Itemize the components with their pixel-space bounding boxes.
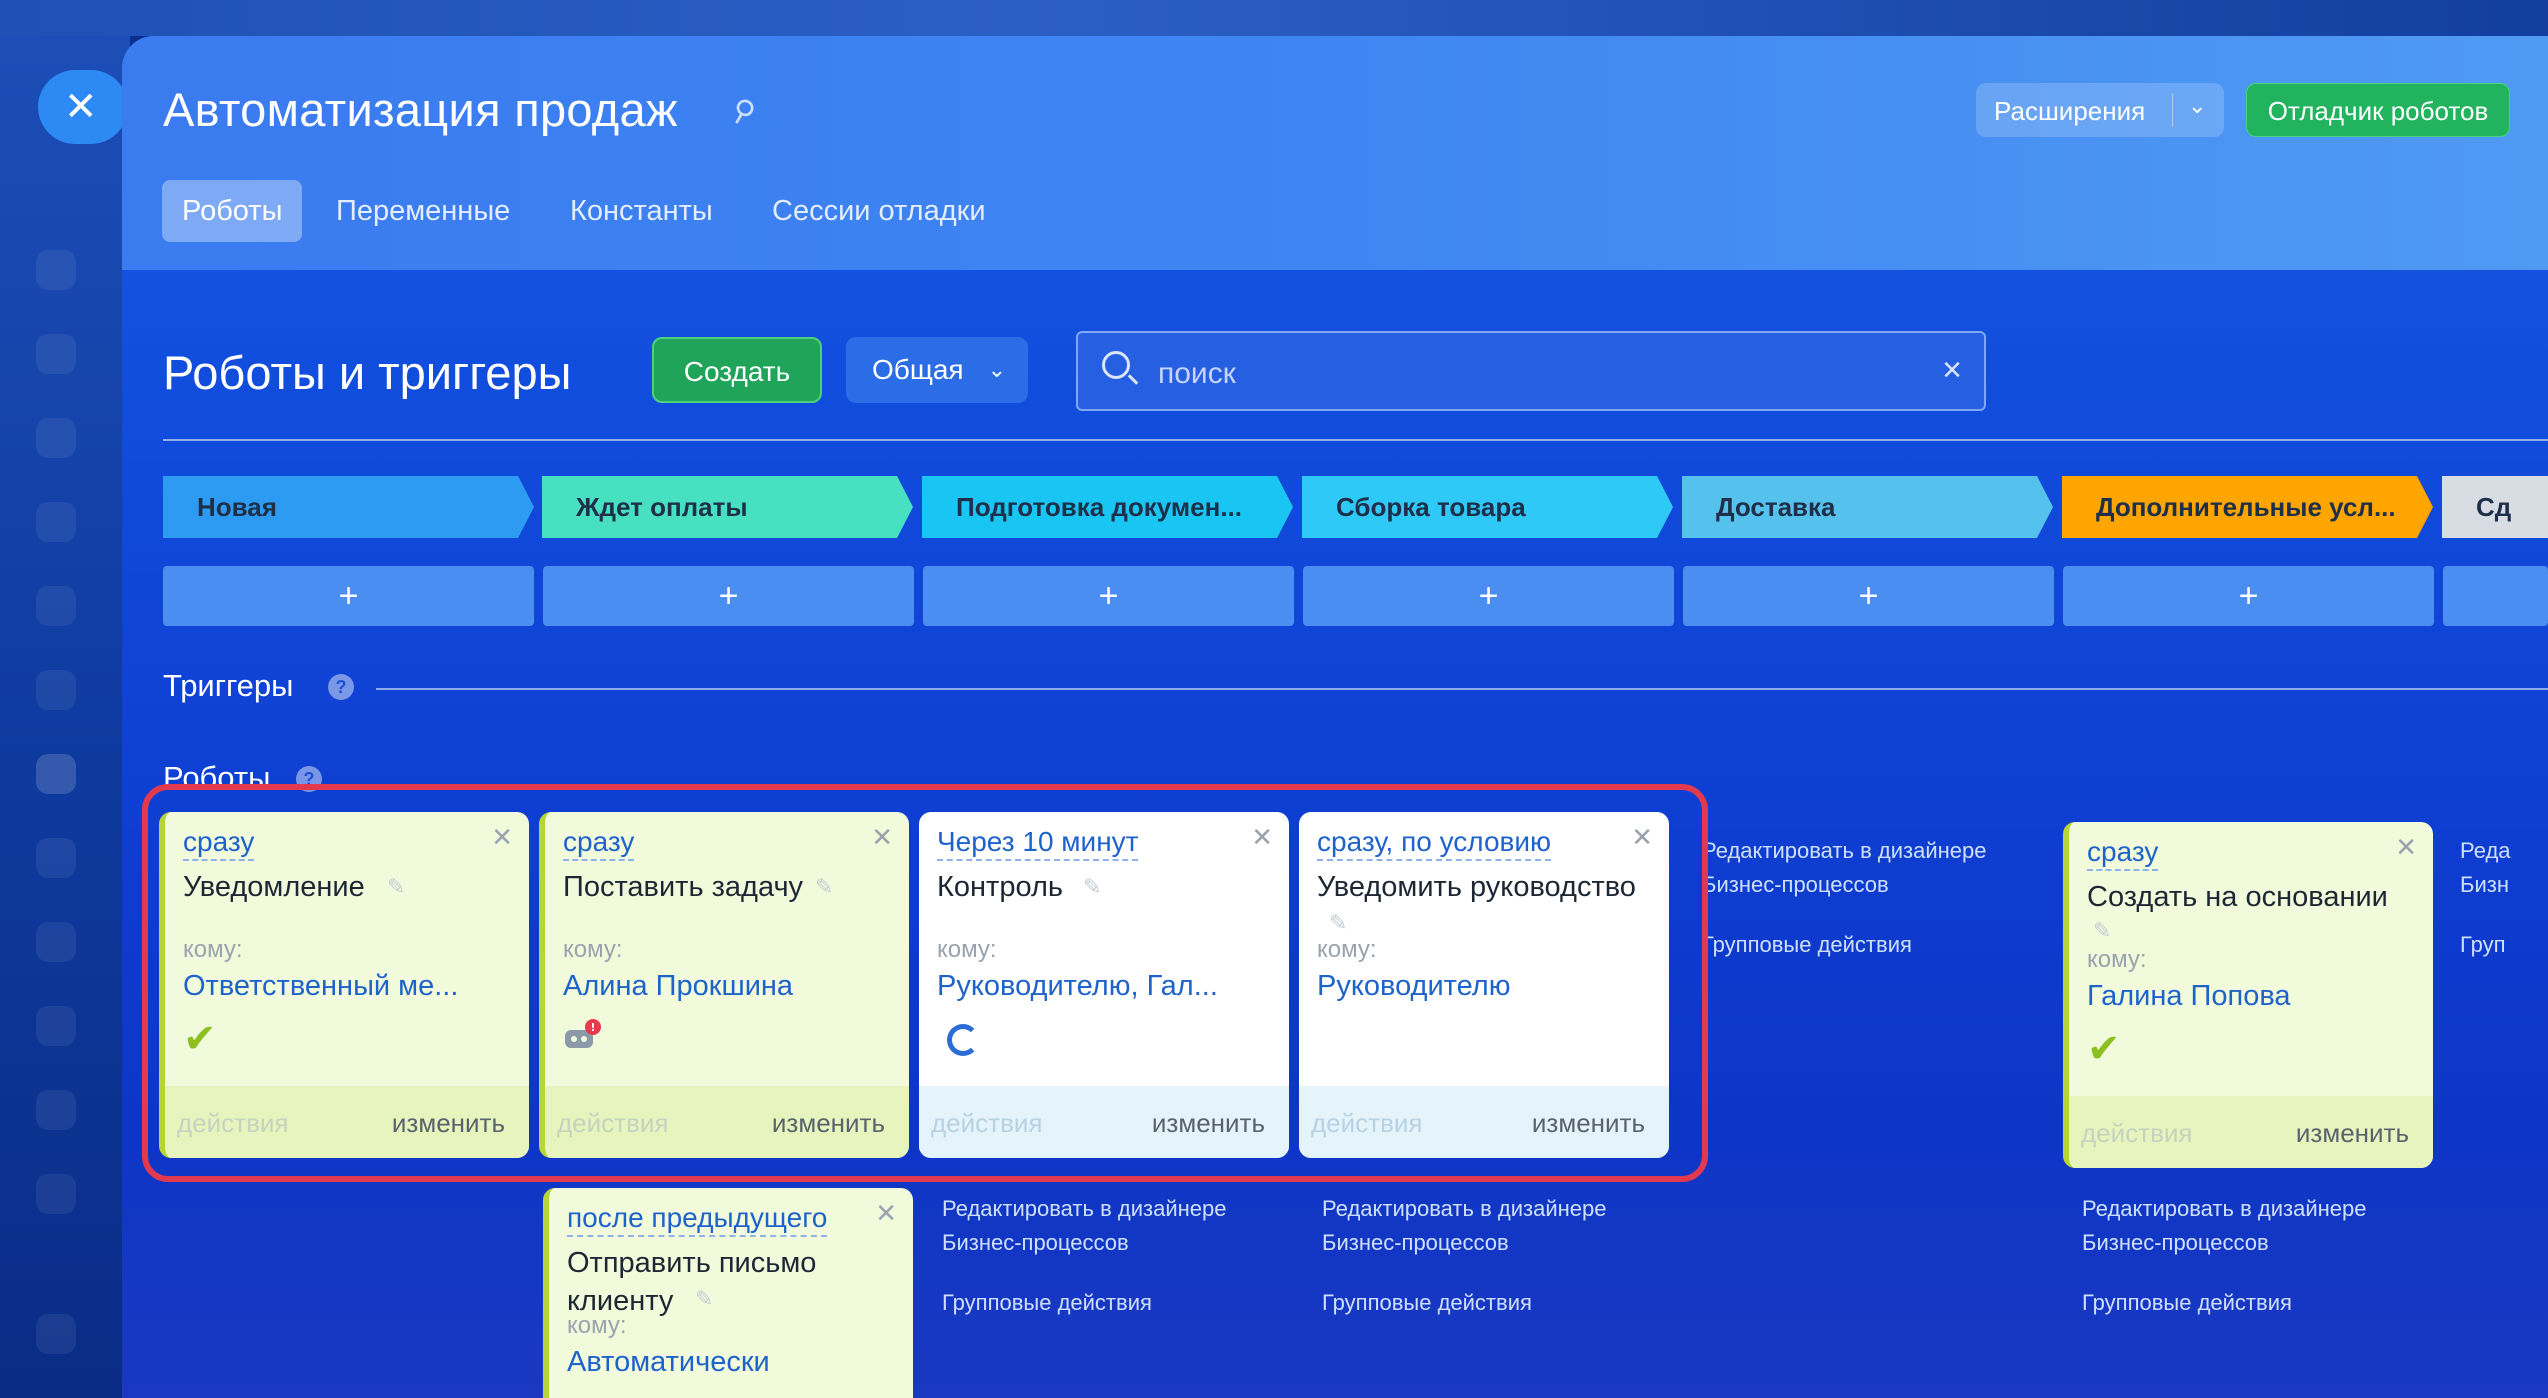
edit-in-designer-link[interactable]: Реда xyxy=(2460,834,2511,868)
search-field[interactable]: поиск × xyxy=(1076,331,1986,411)
tab-variables[interactable]: Переменные xyxy=(316,180,530,242)
robot-debugger-button[interactable]: Отладчик роботов xyxy=(2246,83,2510,137)
stage-documents[interactable]: Подготовка докумен... xyxy=(922,476,1277,538)
stage-next[interactable]: Сд xyxy=(2442,476,2548,538)
tab-debug-sessions[interactable]: Сессии отладки xyxy=(752,180,1006,242)
filter-label: Общая xyxy=(872,354,964,385)
top-backdrop xyxy=(0,0,2548,36)
group-actions-link[interactable]: Груп xyxy=(2460,928,2506,962)
add-robot-button[interactable]: + xyxy=(923,566,1294,626)
group-actions-link[interactable]: Групповые действия xyxy=(1702,928,1912,962)
automation-panel: Автоматизация продаж ⚲ Расширения ⌄ Отла… xyxy=(122,36,2548,1398)
stage-arrow xyxy=(1277,476,1293,538)
add-robot-button[interactable]: + xyxy=(543,566,914,626)
rail-icon[interactable] xyxy=(36,670,76,710)
add-robot-button[interactable]: + xyxy=(1683,566,2054,626)
edit-in-designer-link[interactable]: Бизн xyxy=(2460,868,2509,902)
extensions-label: Расширения xyxy=(1994,96,2146,126)
tab-robots[interactable]: Роботы xyxy=(162,180,303,242)
divider xyxy=(2172,93,2173,127)
delete-icon[interactable]: ✕ xyxy=(2395,832,2417,863)
robot-card[interactable]: сразу ✕ Создать на основании ✎ кому: Гал… xyxy=(2063,822,2433,1168)
recipient-label: кому: xyxy=(2087,946,2147,973)
robot-card[interactable]: после предыдущего ✕ Отправить письмо кли… xyxy=(543,1188,913,1398)
rail-icon[interactable] xyxy=(36,922,76,962)
tab-constants[interactable]: Константы xyxy=(550,180,733,242)
stage-additional[interactable]: Дополнительные усл... xyxy=(2062,476,2417,538)
edit-in-designer-link[interactable]: Редактировать в дизайнере Бизнес-процесс… xyxy=(942,1192,1272,1260)
divider xyxy=(163,439,2548,441)
robot-name: Отправить письмо клиенту xyxy=(567,1247,817,1317)
clear-icon[interactable]: × xyxy=(1942,351,1962,390)
group-actions-link[interactable]: Групповые действия xyxy=(1322,1286,1532,1320)
panel-header: Автоматизация продаж ⚲ Расширения ⌄ Отла… xyxy=(122,36,2548,270)
robot-name: Создать на основании xyxy=(2087,881,2388,913)
rail-icon[interactable] xyxy=(36,1174,76,1214)
edit-in-designer-link[interactable]: Редактировать в дизайнере Бизнес-процесс… xyxy=(1702,834,2032,902)
filter-dropdown[interactable]: Общая ⌄ xyxy=(846,337,1028,403)
close-icon: ✕ xyxy=(64,85,98,129)
highlight-frame xyxy=(142,784,1708,1182)
rail-icon[interactable] xyxy=(36,418,76,458)
stage-new[interactable]: Новая xyxy=(163,476,518,538)
divider xyxy=(376,688,2548,690)
extensions-button[interactable]: Расширения ⌄ xyxy=(1976,83,2224,137)
card-footer: действия изменить xyxy=(2069,1096,2433,1168)
rail-icon[interactable] xyxy=(36,838,76,878)
rail-icon[interactable] xyxy=(36,334,76,374)
add-robot-button[interactable] xyxy=(2443,566,2548,626)
rail-icon[interactable] xyxy=(36,1314,76,1354)
chevron-down-icon: ⌄ xyxy=(987,357,1006,382)
stage-arrow xyxy=(2417,476,2433,538)
check-icon: ✔ xyxy=(2087,1027,2121,1071)
close-button[interactable]: ✕ xyxy=(38,70,128,144)
stage-awaiting-payment[interactable]: Ждет оплаты xyxy=(542,476,897,538)
delete-icon[interactable]: ✕ xyxy=(875,1198,897,1229)
search-input[interactable]: поиск xyxy=(1158,357,1236,391)
stage-arrow xyxy=(897,476,913,538)
rail-icon[interactable] xyxy=(36,586,76,626)
group-actions-link[interactable]: Групповые действия xyxy=(2082,1286,2292,1320)
stage-arrow xyxy=(1657,476,1673,538)
add-robot-button[interactable]: + xyxy=(1303,566,1674,626)
stage-arrow xyxy=(2037,476,2053,538)
stage-arrow xyxy=(518,476,534,538)
robot-timing[interactable]: после предыдущего xyxy=(567,1202,828,1237)
chevron-down-icon[interactable]: ⌄ xyxy=(2188,93,2206,119)
rail-icon[interactable] xyxy=(36,1006,76,1046)
stage-delivery[interactable]: Доставка xyxy=(1682,476,2037,538)
edit-link[interactable]: изменить xyxy=(2296,1118,2409,1149)
rail-icon-active[interactable] xyxy=(36,754,76,794)
robot-timing[interactable]: сразу xyxy=(2087,836,2159,871)
pin-icon[interactable]: ⚲ xyxy=(725,91,762,132)
actions-link[interactable]: действия xyxy=(2081,1118,2192,1149)
add-robot-button[interactable]: + xyxy=(163,566,534,626)
pencil-icon[interactable]: ✎ xyxy=(695,1286,713,1312)
page-title: Автоматизация продаж xyxy=(163,83,678,136)
triggers-heading: Триггеры xyxy=(163,668,294,703)
rail-icon[interactable] xyxy=(36,502,76,542)
recipient-label: кому: xyxy=(567,1312,627,1339)
edit-in-designer-link[interactable]: Редактировать в дизайнере Бизнес-процесс… xyxy=(2082,1192,2412,1260)
create-button[interactable]: Создать xyxy=(652,337,822,403)
section-title: Роботы и триггеры xyxy=(163,346,572,399)
rail-icon[interactable] xyxy=(36,250,76,290)
stage-assembly[interactable]: Сборка товара xyxy=(1302,476,1657,538)
edit-in-designer-link[interactable]: Редактировать в дизайнере Бизнес-процесс… xyxy=(1322,1192,1652,1260)
add-robot-button[interactable]: + xyxy=(2063,566,2434,626)
pencil-icon[interactable]: ✎ xyxy=(2093,918,2111,944)
group-actions-link[interactable]: Групповые действия xyxy=(942,1286,1152,1320)
recipient-link[interactable]: Автоматически xyxy=(567,1346,897,1379)
rail-icon[interactable] xyxy=(36,1090,76,1130)
search-icon xyxy=(1102,351,1130,379)
recipient-link[interactable]: Галина Попова xyxy=(2087,980,2417,1013)
help-icon[interactable]: ? xyxy=(328,674,354,700)
